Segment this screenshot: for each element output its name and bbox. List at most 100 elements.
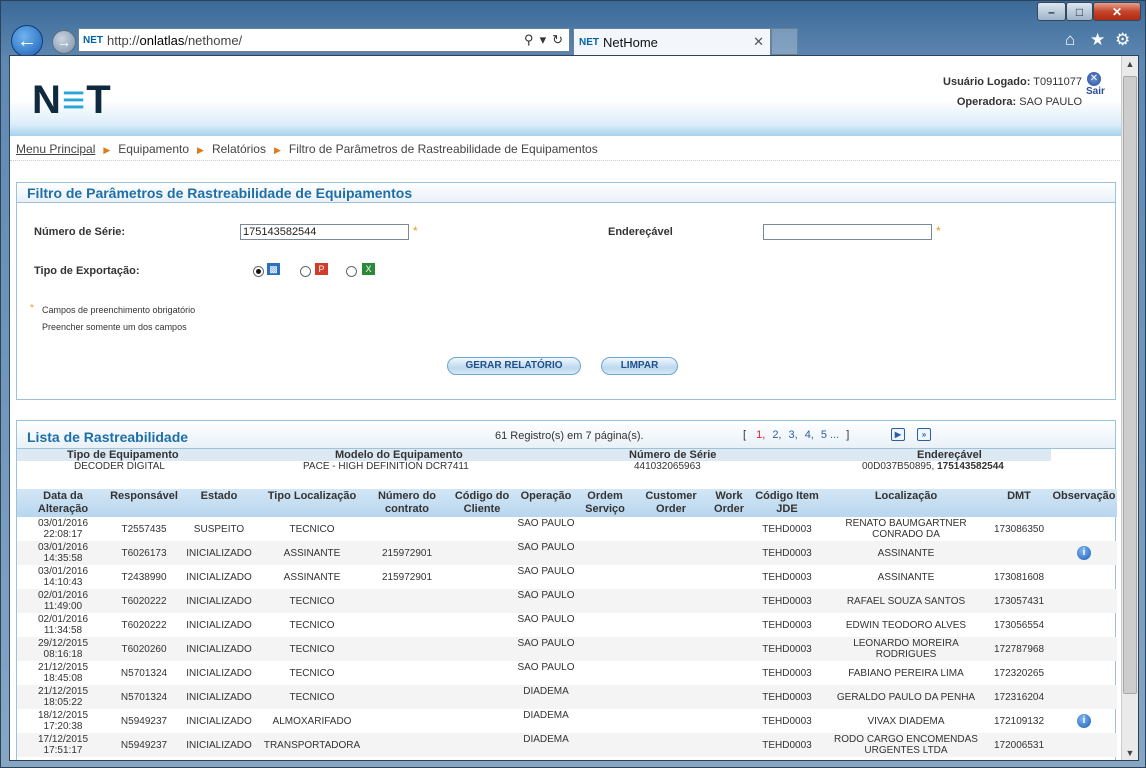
address-bar[interactable]: NET http://onlatlas/nethome/ ⚲ ▾ ↻ [78,28,570,52]
logout-icon[interactable]: ✕ [1087,72,1101,86]
cell-op: DIADEMA [523,710,569,721]
cell-op: DIADEMA [523,686,569,697]
addressable-input[interactable] [763,224,932,240]
cell-tloc: TECNICO [289,644,335,655]
logout-button[interactable]: ✕ Sair [1086,72,1105,97]
vertical-scrollbar[interactable]: ▲ ▼ [1121,56,1138,760]
info-icon[interactable]: i [1077,546,1091,560]
table-row[interactable]: 21/12/2015 18:45:08 N5701324 INICIALIZADO T… [17,661,1117,685]
scroll-down-icon[interactable]: ▼ [1122,745,1138,760]
page-link[interactable]: 4, [805,429,814,441]
clear-button[interactable]: LIMPAR [601,357,678,375]
address-url[interactable]: http://onlatlas/nethome/ [107,33,524,48]
user-info: Usuário Logado: T0911077 Operadora: SAO … [943,76,1082,108]
table-row[interactable]: 17/12/2015 17:51:17 N5949237 INICIALIZADO T… [17,733,1117,757]
breadcrumb-current: Filtro de Parâmetros de Rastreabilidade … [288,142,598,156]
scroll-thumb[interactable] [1123,76,1137,694]
note-single-field: Preencher somente um dos campos [42,322,187,332]
cell-jde: TEHD0003 [762,644,812,655]
cell-dmt: 172006531 [993,740,1045,751]
cell-dmt: 173057431 [993,596,1045,607]
generate-report-button[interactable]: GERAR RELATÓRIO [447,357,581,375]
table-row[interactable]: 21/12/2015 18:05:22 N5701324 INICIALIZADO T… [17,685,1117,709]
cell-resp: T6026173 [121,548,167,559]
column-header: Responsável [110,490,178,502]
last-page-icon[interactable]: » [917,428,931,441]
cell-loc: GERALDO PAULO DA PENHA [836,692,976,703]
operator-value: SAO PAULO [1019,96,1082,108]
cell-date: 21/12/2015 18:45:08 [37,662,89,684]
table-row[interactable]: 03/01/2016 22:08:17 T2557435 SUSPEITO TECNI… [17,517,1117,541]
required-mark: * [936,224,941,238]
refresh-icon[interactable]: ↻ [552,32,563,48]
cell-tloc: TECNICO [289,596,335,607]
column-header: Estado [200,490,238,502]
page-link[interactable]: 3, [789,429,798,441]
forward-button[interactable]: → [52,30,76,54]
chevron-right-icon: ▶ [273,145,281,155]
cell-tloc: TECNICO [289,524,335,535]
page-link[interactable]: 5 ... [821,429,839,441]
site-icon: NET [83,34,103,46]
cell-contract: 215972901 [381,548,433,559]
export-excel-radio[interactable] [346,266,357,277]
column-header: Operação [520,490,572,502]
cell-loc: RODO CARGO ENCOMENDAS URGENTES LTDA [834,734,978,756]
home-icon[interactable]: ⌂ [1065,30,1075,50]
favorites-icon[interactable]: ★ [1090,30,1105,50]
back-button[interactable]: ← [11,25,43,57]
table-row[interactable]: 18/12/2015 17:20:38 N5949237 INICIALIZADO A… [17,709,1117,733]
search-icon[interactable]: ⚲ [524,32,534,48]
tab-nethome[interactable]: NET NetHome ✕ [573,28,771,55]
required-mark: * [413,224,418,238]
cell-state: INICIALIZADO [186,620,252,631]
table-row[interactable]: 02/01/2016 11:49:00 T6020222 INICIALIZADO T… [17,589,1117,613]
cell-state: INICIALIZADO [186,668,252,679]
dropdown-icon[interactable]: ▾ [540,32,547,48]
serial-input[interactable] [240,224,409,240]
user-value: T0911077 [1033,76,1082,88]
cell-jde: TEHD0003 [762,692,812,703]
cell-date: 03/01/2016 14:35:58 [37,542,89,564]
cell-date: 03/01/2016 22:08:17 [37,518,89,540]
cell-state: INICIALIZADO [186,716,252,727]
info-icon[interactable]: i [1077,714,1091,728]
column-header: Ordem Serviço [585,490,625,515]
table-row[interactable]: 03/01/2016 14:10:43 T2438990 INICIALIZADO A… [17,565,1117,589]
cell-tloc: ASSINANTE [283,572,341,583]
table-row[interactable]: 03/01/2016 14:35:58 T6026173 INICIALIZADO A… [17,541,1117,565]
settings-gear-icon[interactable]: ⚙ [1115,30,1130,50]
cell-state: INICIALIZADO [186,644,252,655]
cell-dmt: 173056554 [993,620,1045,631]
pdf-icon: P [315,263,328,275]
cell-tloc: TECNICO [289,692,335,703]
cell-op: SAO PAULO [517,638,575,649]
scroll-up-icon[interactable]: ▲ [1122,56,1138,73]
close-tab-icon[interactable]: ✕ [753,34,764,50]
minimize-button[interactable]: – [1037,2,1066,21]
table-row[interactable]: 29/12/2015 08:16:18 T6020260 INICIALIZADO T… [17,637,1117,661]
cell-loc: ASSINANTE [877,548,935,559]
cell-op: SAO PAULO [517,614,575,625]
close-window-button[interactable]: ✕ [1093,2,1141,21]
cell-jde: TEHD0003 [762,716,812,727]
export-pdf-radio[interactable] [300,266,311,277]
table-row[interactable]: 02/01/2016 11:34:58 T6020222 INICIALIZADO T… [17,613,1117,637]
page-link[interactable]: 1, [756,429,765,441]
cell-resp: N5701324 [120,668,168,679]
excel-icon: X [362,263,375,275]
export-screen-radio[interactable] [253,266,264,277]
page-header: N≡T Usuário Logado: T0911077 Operadora: … [10,56,1122,136]
new-tab-button[interactable] [771,28,798,55]
equipment-model: PACE - HIGH DEFINITION DCR7411 [303,461,469,472]
cell-state: INICIALIZADO [186,692,252,703]
cell-dmt: 173081608 [993,572,1045,583]
next-page-icon[interactable]: ▶ [891,428,905,441]
page-link[interactable]: 2, [772,429,781,441]
breadcrumb-menu-principal[interactable]: Menu Principal [16,142,95,156]
page-content: N≡T Usuário Logado: T0911077 Operadora: … [9,55,1139,761]
cell-tloc: TECNICO [289,620,335,631]
record-count: 61 Registro(s) em 7 página(s). [495,430,644,442]
chevron-right-icon: ▶ [103,145,111,155]
maximize-button[interactable]: □ [1066,2,1093,21]
